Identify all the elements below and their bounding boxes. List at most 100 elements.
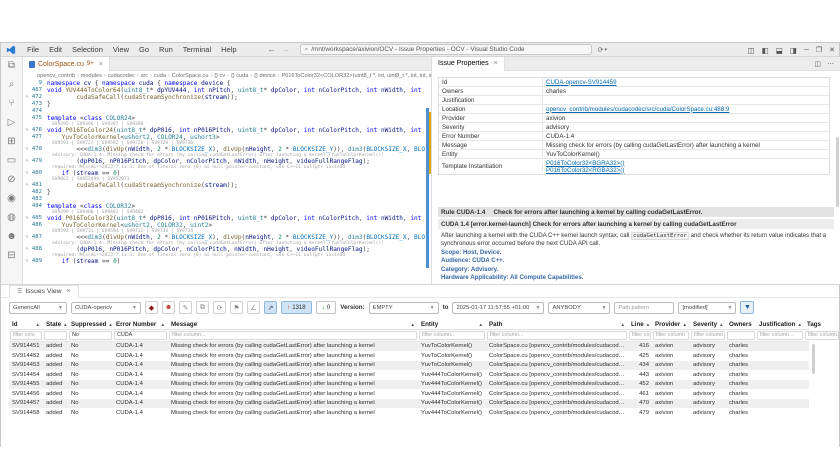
code-line[interactable]: ✎ 478 <<<dim3(divUp(nWidth, 2 * BLOCKSIZE… bbox=[23, 146, 425, 153]
column-header-provider[interactable]: Provider ▲ bbox=[652, 320, 690, 329]
state-select[interactable]: [modified] ▼ bbox=[678, 301, 737, 314]
filter-input-tags[interactable]: filter column... bbox=[805, 331, 839, 340]
tab-close-icon[interactable]: × bbox=[494, 60, 498, 67]
code-line[interactable]: 467 void YUV444ToColor64(uint8_t* dpYUV44… bbox=[23, 87, 425, 94]
breadcrumb-item[interactable]: P016ToColor32<COLOR32>(uint8_t *, int, u… bbox=[281, 73, 431, 79]
filter-input-severity[interactable]: filter column bbox=[691, 331, 725, 340]
column-header-id[interactable]: Id ▲ bbox=[9, 320, 43, 329]
code-line[interactable]: ✎ 487 <<<dim3(divUp(nWidth, 2 * BLOCKSIZE… bbox=[23, 234, 425, 241]
menu-file[interactable]: File bbox=[22, 45, 44, 54]
run-circle-icon[interactable]: ◉ bbox=[7, 194, 16, 204]
search-icon[interactable]: ⌕ bbox=[9, 80, 15, 90]
code-line[interactable]: 484 template <class COLOR32> bbox=[23, 203, 425, 210]
filter-input-owners[interactable] bbox=[727, 331, 755, 340]
toggle-bottom-panel-icon[interactable]: ⬓ bbox=[776, 46, 783, 55]
issue-row-SV914456[interactable]: SV914456 added No CUDA-1.4 Missing check for… bbox=[9, 389, 809, 399]
removed-issues-toggle[interactable]: ↓ 0 bbox=[315, 301, 337, 314]
refresh-icon[interactable]: ⟳ bbox=[213, 301, 226, 314]
code-line[interactable]: 477 YuvToColorKernel<ushort2, COLOR24, u… bbox=[23, 134, 425, 141]
toggle-sidebar-icon[interactable]: ◧ bbox=[762, 46, 769, 55]
code-line[interactable]: ✎ 488 (dpP016, nP016Pitch, dpColor, nColo… bbox=[23, 246, 425, 253]
code-line[interactable]: ✎ 480 if (stream == 0) bbox=[23, 170, 425, 177]
filter-input-message[interactable]: filter column... bbox=[169, 331, 417, 340]
issue-kind-select[interactable]: GenericAll ▼ bbox=[9, 301, 67, 314]
filter-input-suppressed[interactable]: No bbox=[69, 331, 112, 340]
forward-icon[interactable]: → bbox=[282, 45, 290, 54]
code-line[interactable]: 483 bbox=[23, 196, 425, 203]
tab-close-icon[interactable]: × bbox=[99, 61, 103, 68]
breadcrumb-item[interactable]: cudacodec bbox=[108, 73, 135, 79]
filter-input-id[interactable]: filter colu bbox=[10, 331, 42, 340]
filter-input-justification[interactable]: filter column... bbox=[757, 331, 803, 340]
column-header-severity[interactable]: Severity ▲ bbox=[690, 320, 726, 329]
filter-input-entity[interactable]: filter column... bbox=[419, 331, 485, 340]
table-scrollbar[interactable] bbox=[812, 344, 815, 374]
code-editor[interactable]: 9 namespace cv { namespace cuda { namespa… bbox=[23, 80, 425, 284]
version-from-select[interactable]: EMPTY ▼ bbox=[368, 301, 439, 314]
issue-row-SV914451[interactable]: SV914451 added No CUDA-1.4 Missing check for… bbox=[9, 341, 809, 351]
user-filter-icon[interactable]: ☻ bbox=[162, 301, 175, 314]
column-header-line[interactable]: Line ▲ bbox=[628, 320, 652, 329]
filter-input-error-number[interactable]: CUDA bbox=[114, 331, 167, 340]
circle-slash-icon[interactable]: ⊘ bbox=[7, 175, 15, 185]
breadcrumb-item[interactable]: ColorSpace.cu bbox=[172, 73, 209, 79]
column-header-state[interactable]: State ▲ bbox=[43, 320, 68, 329]
chevron-down-icon[interactable]: ▾ bbox=[604, 47, 607, 53]
account-icon[interactable]: ☻ bbox=[6, 232, 17, 242]
toggle-secondary-sidebar-icon[interactable]: ◨ bbox=[790, 46, 797, 55]
edit-icon[interactable]: ✎ bbox=[179, 301, 192, 314]
run-debug-icon[interactable]: ▷ bbox=[8, 118, 16, 128]
code-line[interactable]: 473} bbox=[23, 101, 425, 108]
code-line[interactable]: 9 namespace cv { namespace cuda { namespa… bbox=[23, 80, 425, 87]
close-button[interactable]: ✕ bbox=[829, 46, 835, 54]
breadcrumb-item[interactable]: cuda bbox=[154, 73, 166, 79]
line-chart-icon[interactable]: ↗ bbox=[264, 301, 277, 314]
menu-view[interactable]: View bbox=[108, 45, 134, 54]
tab-issues-view[interactable]: ☰ Issues View × bbox=[9, 284, 79, 298]
column-header-tags[interactable]: Tags bbox=[804, 320, 840, 329]
issue-row-SV914458[interactable]: SV914458 added No CUDA-1.4 Missing check for… bbox=[9, 408, 809, 418]
tab-colorspace-cu[interactable]: ColorSpace.cu 9+ × bbox=[23, 57, 110, 71]
source-control-icon[interactable]: ⑂ bbox=[9, 99, 15, 109]
extensions-icon[interactable]: ⊞ bbox=[7, 137, 15, 147]
tab-issue-properties[interactable]: Issue Properties × bbox=[432, 56, 505, 71]
code-line[interactable]: ✎ 489 if (stream == 0) bbox=[23, 258, 425, 265]
menu-go[interactable]: Go bbox=[134, 45, 154, 54]
breadcrumb-item[interactable]: {} device bbox=[254, 73, 275, 79]
command-center-search[interactable]: ⌕ /mnt/workspace/axivion/OCV - Issue Pro… bbox=[299, 44, 592, 55]
code-line[interactable]: 474 bbox=[23, 108, 425, 115]
filter-input-provider[interactable]: filter column bbox=[653, 331, 689, 340]
breadcrumb-item[interactable]: {} cuda bbox=[231, 73, 248, 79]
code-line[interactable]: ✎ 479 (dpP016, nP016Pitch, dpColor, nColo… bbox=[23, 158, 425, 165]
issue-row-SV914452[interactable]: SV914452 added No CUDA-1.4 Missing check for… bbox=[9, 351, 809, 361]
code-line[interactable]: 475 template <class COLOR24> bbox=[23, 115, 425, 122]
restore-button[interactable]: ❐ bbox=[816, 46, 822, 54]
column-header-justification[interactable]: Justification ▲ bbox=[756, 320, 804, 329]
owner-select[interactable]: ANYBODY ▼ bbox=[548, 301, 611, 314]
column-header-message[interactable]: Message ▲ bbox=[168, 320, 418, 329]
project-select[interactable]: CUDA-opencv ▼ bbox=[71, 301, 141, 314]
breadcrumb-item[interactable]: opencv_contrib bbox=[37, 73, 75, 79]
split-editor-icon[interactable]: ◫ bbox=[814, 60, 821, 68]
code-line[interactable]: ✎ 481 cudaSafeCall(cudaStreamSynchronize(… bbox=[23, 182, 425, 189]
apply-filter-button[interactable]: ▼ bbox=[740, 301, 755, 314]
property-link[interactable]: P016ToColor32<RGBA32>() bbox=[546, 167, 624, 174]
column-header-entity[interactable]: Entity ▲ bbox=[418, 320, 486, 329]
globe-icon[interactable]: ◍ bbox=[7, 213, 16, 223]
explorer-icon[interactable]: ⧉ bbox=[8, 61, 15, 71]
menu-terminal[interactable]: Terminal bbox=[178, 45, 216, 54]
breadcrumb-item[interactable]: {} cv bbox=[214, 73, 225, 79]
column-header-path[interactable]: Path ▲ bbox=[486, 320, 628, 329]
bar-chart-icon[interactable]: ∠ bbox=[247, 301, 260, 314]
filter-input-path[interactable]: filter column... bbox=[487, 331, 627, 340]
property-link[interactable]: opencv_contrib/modules/cudacodec/src/cud… bbox=[546, 106, 729, 113]
link-icon[interactable]: ⧉ bbox=[196, 301, 209, 314]
code-line[interactable]: ✎ 485 void P016ToColor32(uint8_t* dpP016, … bbox=[23, 215, 425, 222]
toggle-panel-layout-icon[interactable]: ◫ bbox=[748, 46, 755, 55]
menu-edit[interactable]: Edit bbox=[44, 45, 67, 54]
added-issues-toggle[interactable]: ↑ 1318 bbox=[281, 301, 312, 314]
back-icon[interactable]: ← bbox=[268, 45, 276, 54]
property-link[interactable]: P016ToColor32<BGRA32>() bbox=[546, 160, 624, 167]
issue-flame-icon[interactable]: ◆ bbox=[145, 301, 158, 314]
column-header-error-number[interactable]: Error Number ▲ bbox=[113, 320, 168, 329]
